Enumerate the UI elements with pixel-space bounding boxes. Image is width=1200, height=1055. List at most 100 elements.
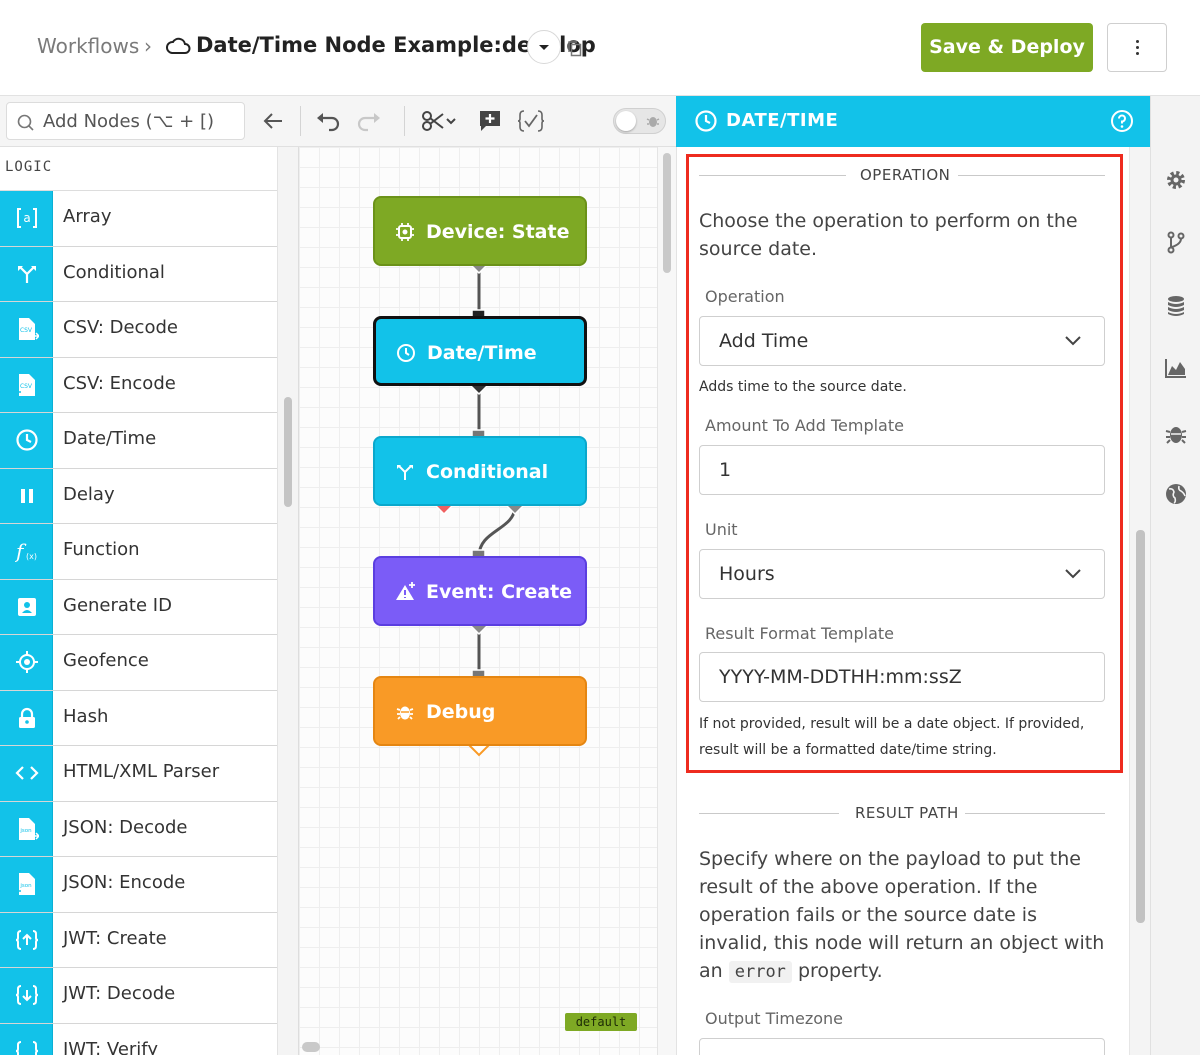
jwt-icon xyxy=(15,929,39,950)
palette-item-json-encode[interactable]: json JSON: Encode xyxy=(0,857,277,913)
palette-item-label: JWT: Create xyxy=(63,927,167,949)
search-placeholder: Add Nodes (⌥ + [) xyxy=(43,111,214,132)
timezone-field-label: Output Timezone xyxy=(705,1009,843,1028)
side-rail xyxy=(1150,96,1200,1055)
svg-text:CSV: CSV xyxy=(20,383,33,390)
panel-scrollbar[interactable] xyxy=(1129,147,1150,1055)
palette-item-date-time[interactable]: Date/Time xyxy=(0,413,277,469)
flow-node-debug[interactable]: Debug xyxy=(373,676,587,746)
flow-node-conditional[interactable]: Conditional xyxy=(373,436,587,506)
clock-icon xyxy=(397,344,415,362)
version-badge: default xyxy=(565,1013,637,1031)
redo-icon[interactable] xyxy=(356,109,382,133)
save-deploy-button[interactable]: Save & Deploy xyxy=(921,23,1093,72)
canvas-scrollbar-vertical[interactable] xyxy=(657,147,676,1055)
svg-text:CSV: CSV xyxy=(20,327,33,334)
lock-icon xyxy=(19,707,35,728)
panel-scroll-thumb[interactable] xyxy=(1136,530,1145,923)
palette-item-label: CSV: Encode xyxy=(63,372,176,394)
arrow-left-icon[interactable] xyxy=(262,109,284,133)
palette-item-icon-box xyxy=(0,413,53,468)
flow-node-label: Conditional xyxy=(426,461,549,483)
palette-item-csv-encode[interactable]: CSV CSV: Encode xyxy=(0,357,277,413)
variables-icon[interactable] xyxy=(517,109,545,133)
palette-item-label: Generate ID xyxy=(63,594,172,616)
result-path-description-tail: property. xyxy=(797,960,883,982)
palette-scrollbar[interactable] xyxy=(277,147,298,1055)
palette-item-icon-box: a xyxy=(0,191,53,246)
flow-node-label: Event: Create xyxy=(426,581,573,603)
palette-item-jwt-verify[interactable]: JWT: Verify xyxy=(0,1023,277,1055)
palette-item-hash[interactable]: Hash xyxy=(0,690,277,746)
svg-text:a: a xyxy=(23,211,30,225)
palette-item-csv-decode[interactable]: CSV CSV: Decode xyxy=(0,302,277,358)
palette-item-label: Delay xyxy=(63,483,115,505)
palette-item-icon-box: CSV xyxy=(0,302,53,357)
properties-panel-header: DATE/TIME xyxy=(676,96,1150,147)
undo-icon[interactable] xyxy=(315,109,341,133)
palette-item-jwt-decode[interactable]: JWT: Decode xyxy=(0,968,277,1024)
palette-item-icon-box xyxy=(0,690,53,745)
help-icon[interactable] xyxy=(1110,109,1134,133)
breadcrumb-workflows[interactable]: Workflows xyxy=(37,34,139,58)
timezone-select[interactable] xyxy=(699,1038,1105,1055)
copy-icon[interactable] xyxy=(567,40,583,57)
flow-node-label: Debug xyxy=(426,701,496,723)
palette-item-generate-id[interactable]: Generate ID xyxy=(0,579,277,635)
bug-icon[interactable] xyxy=(1164,422,1188,446)
palette-item-icon-box: f (x) xyxy=(0,524,53,579)
palette-item-label: Array xyxy=(63,206,112,227)
clock-icon xyxy=(16,429,38,451)
jwt-icon xyxy=(15,1040,39,1055)
gear-icon[interactable] xyxy=(1164,168,1188,192)
palette-item-json-decode[interactable]: json JSON: Decode xyxy=(0,801,277,857)
palette-item-jwt-create[interactable]: JWT: Create xyxy=(0,912,277,968)
canvas-scrollbar-horizontal[interactable] xyxy=(302,1042,320,1052)
palette-item-geofence[interactable]: Geofence xyxy=(0,635,277,691)
palette-scroll-thumb[interactable] xyxy=(284,397,292,507)
flow-node-date-time[interactable]: Date/Time xyxy=(373,316,587,386)
database-icon[interactable] xyxy=(1164,294,1188,318)
clock-icon xyxy=(695,110,717,132)
git-branch-icon[interactable] xyxy=(1164,230,1188,254)
palette-item-label: JWT: Verify xyxy=(63,1038,158,1055)
chip-gear-icon xyxy=(396,223,414,241)
palette-item-array[interactable]: a Array xyxy=(0,191,277,247)
result-path-section-title: RESULT PATH xyxy=(855,804,959,822)
toolbar-divider xyxy=(404,106,405,136)
bug-icon xyxy=(646,117,660,127)
scissors-icon[interactable] xyxy=(421,109,457,133)
flow-node-label: Device: State xyxy=(426,221,570,243)
add-nodes-search[interactable]: Add Nodes (⌥ + [) xyxy=(6,102,245,140)
palette-item-label: Function xyxy=(63,539,140,560)
palette-item-html-xml-parser[interactable]: HTML/XML Parser xyxy=(0,746,277,802)
csv-file-icon: CSV xyxy=(15,373,35,396)
comment-add-icon[interactable] xyxy=(478,109,502,133)
debug-toggle[interactable] xyxy=(613,108,666,134)
canvas-scroll-thumb[interactable] xyxy=(663,153,671,273)
palette-item-icon-box: CSV xyxy=(0,357,53,412)
more-options-button[interactable] xyxy=(1107,23,1167,72)
flow-node-device-state[interactable]: Device: State xyxy=(373,196,587,266)
palette-item-label: CSV: Decode xyxy=(63,317,178,338)
palette-item-icon-box xyxy=(0,1023,53,1055)
palette-item-icon-box xyxy=(0,912,53,967)
palette-item-function[interactable]: f (x) Function xyxy=(0,524,277,580)
search-icon xyxy=(17,114,34,131)
palette-item-delay[interactable]: Delay xyxy=(0,468,277,524)
section-divider xyxy=(965,813,1105,814)
area-chart-icon[interactable] xyxy=(1164,356,1188,380)
palette-item-conditional[interactable]: Conditional xyxy=(0,246,277,302)
version-dropdown-button[interactable] xyxy=(527,30,561,64)
svg-text:(x): (x) xyxy=(26,552,37,561)
jwt-icon xyxy=(15,985,39,1005)
cloud-icon xyxy=(166,37,191,54)
caret-down-icon xyxy=(539,45,549,50)
flow-node-event-create[interactable]: Event: Create xyxy=(373,556,587,626)
palette-item-icon-box: json xyxy=(0,801,53,856)
palette-item-icon-box xyxy=(0,635,53,690)
palette-category-label: LOGIC xyxy=(5,159,53,175)
canvas-toolbar: Add Nodes (⌥ + [) xyxy=(0,96,676,147)
globe-icon[interactable] xyxy=(1164,482,1188,506)
palette-item-icon-box xyxy=(0,746,53,801)
